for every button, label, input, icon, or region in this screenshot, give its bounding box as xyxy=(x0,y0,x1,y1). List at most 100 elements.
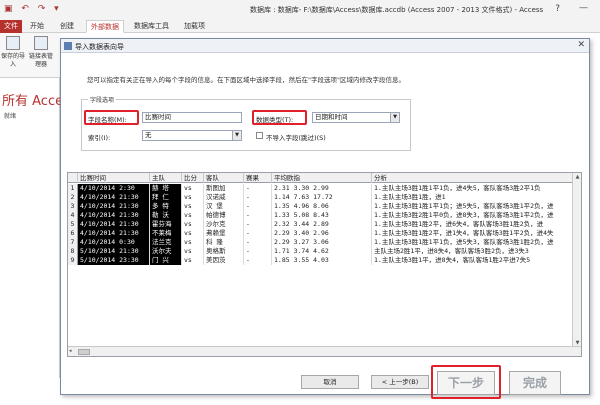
column-header[interactable]: 客队 xyxy=(204,173,244,183)
table-cell[interactable]: vs xyxy=(182,220,204,229)
table-cell[interactable]: - xyxy=(244,220,272,229)
table-cell[interactable]: 4/10/2014 21:30 xyxy=(78,193,150,202)
table-cell[interactable]: 沃尔夫 xyxy=(150,247,182,256)
table-cell[interactable]: vs xyxy=(182,256,204,265)
table-cell[interactable]: 1.主队主场3胜1平，进8失4，客队客场1胜2平进7失5 xyxy=(372,256,574,265)
table-cell[interactable]: vs xyxy=(182,238,204,247)
table-cell[interactable]: - xyxy=(244,247,272,256)
column-header[interactable]: 主队 xyxy=(150,173,182,183)
tab-database-tools[interactable]: 数据库工具 xyxy=(130,20,173,33)
finish-button[interactable]: 完成 xyxy=(509,371,561,395)
table-cell[interactable]: 1.14 7.63 17.72 xyxy=(272,193,372,202)
table-cell[interactable]: - xyxy=(244,202,272,211)
table-cell[interactable]: 斯图加 xyxy=(204,184,244,193)
column-header[interactable]: 赛果 xyxy=(244,173,272,183)
table-cell[interactable]: 弗赖堡 xyxy=(204,229,244,238)
table-cell[interactable]: 奥格斯 xyxy=(204,247,244,256)
table-cell[interactable]: 门 兴 xyxy=(150,256,182,265)
table-cell[interactable]: 法兰克 xyxy=(150,238,182,247)
scroll-thumb[interactable] xyxy=(78,349,90,355)
chevron-down-icon[interactable]: ▼ xyxy=(232,131,241,140)
nav-pane-title[interactable]: 所有 Acce xyxy=(2,90,63,109)
chevron-down-icon[interactable]: ▼ xyxy=(390,113,399,122)
table-cell[interactable]: 汉诺威 xyxy=(204,193,244,202)
table-row[interactable]: 1 4/10/2014 2:30 赫 塔 vs 斯图加 -2.31 3.30 2.99 1.… xyxy=(68,184,581,193)
table-cell[interactable]: 2.32 3.44 2.89 xyxy=(272,220,372,229)
back-button[interactable]: < 上一步(B) xyxy=(371,375,429,389)
table-cell[interactable]: 4/10/2014 21:30 xyxy=(78,211,150,220)
table-cell[interactable]: 1.主队主场3胜1胜1平1负，进4失5，客队客场3胜2平1负 xyxy=(372,184,574,193)
table-cell[interactable]: 科 隆 xyxy=(204,238,244,247)
table-cell[interactable]: - xyxy=(244,256,272,265)
horizontal-scrollbar[interactable]: ◂ xyxy=(68,346,581,356)
table-cell[interactable]: 4/10/2014 21:30 xyxy=(78,202,150,211)
table-cell[interactable]: - xyxy=(244,193,272,202)
table-row[interactable]: 3 4/10/2014 21:30 多 特 vs 汉 堡 -1.35 4.96 8.06 1… xyxy=(68,202,581,211)
table-cell[interactable]: 汉 堡 xyxy=(204,202,244,211)
table-cell[interactable]: 1.33 5.08 8.43 xyxy=(272,211,372,220)
table-row[interactable]: 7 4/10/2014 0:30 法兰克 vs 科 隆 -2.29 3.27 3.06 1.… xyxy=(68,238,581,247)
saved-import-label[interactable]: 保存的导入 xyxy=(1,53,25,69)
table-cell[interactable]: vs xyxy=(182,247,204,256)
table-cell[interactable]: vs xyxy=(182,184,204,193)
table-cell[interactable]: vs xyxy=(182,211,204,220)
column-header[interactable]: 分析 xyxy=(372,173,574,183)
skip-field-label[interactable]: 不导入字段(跳过)(S) xyxy=(266,132,326,142)
table-cell[interactable]: vs xyxy=(182,202,204,211)
linked-table-manager-icon[interactable] xyxy=(34,36,48,50)
table-cell[interactable]: 5/10/2014 21:30 xyxy=(78,247,150,256)
table-cell[interactable]: 勒 沃 xyxy=(150,211,182,220)
table-cell[interactable]: 1.71 3.74 4.62 xyxy=(272,247,372,256)
column-header[interactable]: 比赛时间 xyxy=(78,173,150,183)
scroll-left-icon[interactable]: ◂ xyxy=(69,348,72,354)
table-cell[interactable]: 1.主队主场3胜1胜1平1负；进5失5，客队客场3胜1平2负，进 xyxy=(372,202,574,211)
cancel-button[interactable]: 取消 xyxy=(301,375,359,389)
tab-file[interactable]: 文件 xyxy=(0,20,22,33)
table-cell[interactable]: 4/10/2014 0:30 xyxy=(78,238,150,247)
help-button[interactable]: ? xyxy=(555,4,560,14)
scroll-up-icon[interactable]: ▲ xyxy=(574,174,581,181)
tab-add-ins[interactable]: 加载项 xyxy=(180,20,209,33)
column-header[interactable]: 平均欧指 xyxy=(272,173,372,183)
field-preview-grid[interactable]: 比赛时间 主队 比分 客队 赛果 平均欧指 分析 1 4/10/2014 2:30… xyxy=(67,172,582,357)
table-cell[interactable]: 1.主队主场3胜1胜2平，进1失4，客队客场3胜1平2负，进4失 xyxy=(372,229,574,238)
close-icon[interactable]: ✕ xyxy=(577,40,585,50)
quick-access-toolbar[interactable]: ▣ ↶ ↷ ▾ xyxy=(4,4,62,14)
table-cell[interactable]: - xyxy=(244,211,272,220)
table-cell[interactable]: 不莱梅 xyxy=(150,229,182,238)
table-cell[interactable]: 2.29 3.40 2.96 xyxy=(272,229,372,238)
table-row[interactable]: 6 4/10/2014 21:30 不莱梅 vs 弗赖堡 -2.29 3.40 2.96 1… xyxy=(68,229,581,238)
table-cell[interactable]: 1.主队主场3胜1胜2平，进6失4，客队客场3胜1胜2负，进 xyxy=(372,220,574,229)
table-row[interactable]: 2 4/10/2014 21:30 拜 仁 vs 汉诺威 -1.14 7.63 17.72… xyxy=(68,193,581,202)
table-cell[interactable]: 帕德博 xyxy=(204,211,244,220)
table-row[interactable]: 9 5/10/2014 23:30 门 兴 vs 美因茨 -1.85 3.55 4.03 1… xyxy=(68,256,581,265)
table-cell[interactable]: - xyxy=(244,238,272,247)
table-cell[interactable]: 2.31 3.30 2.99 xyxy=(272,184,372,193)
linked-table-manager-label[interactable]: 链接表管理器 xyxy=(29,53,53,69)
tab-external-data[interactable]: 外部数据 xyxy=(86,20,124,33)
table-cell[interactable]: 沙尔克 xyxy=(204,220,244,229)
saved-import-icon[interactable] xyxy=(6,36,20,50)
table-cell[interactable]: 赫 塔 xyxy=(150,184,182,193)
column-header[interactable]: 比分 xyxy=(182,173,204,183)
table-cell[interactable]: 1.主队主场3胜1胜，进1 xyxy=(372,193,574,202)
vertical-scrollbar[interactable]: ▲ ▼ xyxy=(572,173,581,348)
table-cell[interactable]: 拜 仁 xyxy=(150,193,182,202)
table-cell[interactable]: 4/10/2014 21:30 xyxy=(78,229,150,238)
tab-create[interactable]: 创建 xyxy=(56,20,78,33)
data-type-select[interactable]: 日期和时间 ▼ xyxy=(312,112,400,123)
table-cell[interactable]: 2.29 3.27 3.06 xyxy=(272,238,372,247)
table-cell[interactable]: 美因茨 xyxy=(204,256,244,265)
table-cell[interactable]: 1.主队主场3胜1胜1平1负，进5失3，客队客场3胜1胜2负，进 xyxy=(372,238,574,247)
minimize-button[interactable]: — xyxy=(579,3,588,13)
table-cell[interactable]: 主队主场2胜1平，进8失4，客队客场3胜2负，进3失3 xyxy=(372,247,574,256)
skip-field-checkbox[interactable] xyxy=(256,132,263,139)
table-row[interactable]: 5 4/10/2014 21:30 霍芬海 vs 沙尔克 -2.32 3.44 2.89 1… xyxy=(68,220,581,229)
table-cell[interactable]: 1.35 4.96 8.06 xyxy=(272,202,372,211)
table-cell[interactable]: 5/10/2014 23:30 xyxy=(78,256,150,265)
table-cell[interactable]: 4/10/2014 2:30 xyxy=(78,184,150,193)
index-select[interactable]: 无 ▼ xyxy=(142,130,242,141)
table-cell[interactable]: vs xyxy=(182,229,204,238)
table-cell[interactable]: vs xyxy=(182,193,204,202)
table-cell[interactable]: 1.主队主场3胜2胜1平0负，进8失3，客队客场3胜1平2负，进 xyxy=(372,211,574,220)
